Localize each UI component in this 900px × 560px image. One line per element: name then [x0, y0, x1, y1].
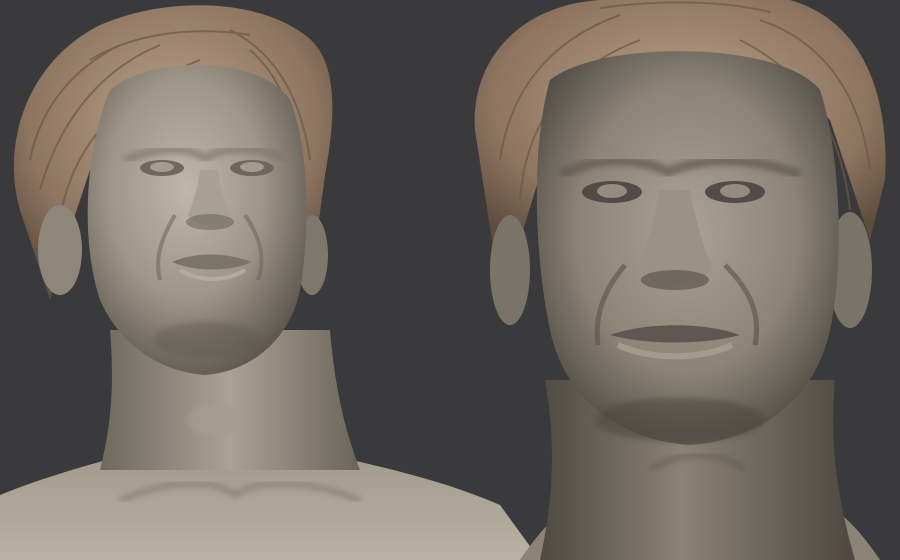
left-chin-shadow [153, 322, 263, 358]
left-ear-left [38, 205, 82, 295]
right-nostrils-shadow [641, 270, 709, 290]
right-eyeball-right [720, 184, 750, 198]
left-adams-apple [187, 404, 243, 436]
right-sculpt-view [474, 0, 886, 560]
right-ear-left [490, 215, 530, 325]
right-eyeball-left [597, 184, 627, 198]
left-sculpt-view [0, 5, 540, 560]
left-eyeball-left [150, 162, 174, 172]
left-nostrils-shadow [186, 214, 234, 230]
sculpt-scene [0, 0, 886, 560]
right-chin-shadow [595, 398, 765, 442]
left-eyeball-right [240, 162, 264, 172]
render-canvas [0, 0, 900, 560]
